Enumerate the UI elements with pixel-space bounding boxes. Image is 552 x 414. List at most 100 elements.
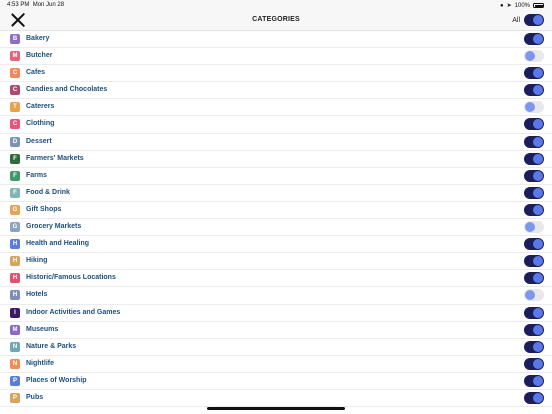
status-indicators: ● ➤ 100%	[500, 2, 544, 9]
category-toggle[interactable]	[524, 203, 544, 216]
category-toggle[interactable]	[524, 135, 544, 148]
category-row: G Gift Shops	[0, 202, 552, 220]
toggle-knob	[525, 102, 535, 113]
toggle-knob	[533, 15, 543, 25]
category-toggle[interactable]	[524, 169, 544, 182]
category-toggle[interactable]	[524, 238, 544, 251]
toggle-knob	[525, 290, 535, 301]
category-label: Health and Healing	[26, 240, 90, 248]
category-label: Cafes	[26, 69, 46, 77]
wifi-icon: ●	[499, 2, 504, 9]
category-label: Hotels	[26, 291, 48, 299]
toggle-knob	[533, 153, 543, 164]
category-label: Museums	[26, 325, 59, 333]
category-label: Bakery	[26, 35, 50, 42]
category-toggle[interactable]	[524, 33, 544, 45]
museum-icon: M	[10, 324, 20, 335]
category-toggle[interactable]	[524, 289, 544, 302]
home-indicator[interactable]	[207, 407, 345, 410]
battery-percent: 100%	[514, 2, 530, 9]
health-icon: H	[10, 239, 20, 250]
nightlife-icon: N	[10, 358, 20, 369]
category-label: Dessert	[26, 137, 52, 145]
landmark-icon: H	[10, 273, 20, 284]
category-toggle[interactable]	[524, 272, 544, 285]
category-label: Caterers	[26, 103, 55, 111]
clothing-icon: C	[10, 119, 20, 130]
page-title: CATEGORIES	[252, 16, 300, 23]
category-toggle[interactable]	[524, 67, 544, 80]
hiking-icon: H	[10, 256, 20, 267]
market-stand-icon: F	[10, 153, 20, 164]
category-row: H Historic/Famous Locations	[0, 270, 552, 288]
category-toggle[interactable]	[524, 118, 544, 131]
category-row: D Dessert	[0, 134, 552, 151]
category-label: Food & Drink	[26, 188, 70, 196]
category-toggle[interactable]	[524, 50, 544, 63]
category-toggle[interactable]	[524, 391, 544, 404]
category-label: Grocery Markets	[26, 223, 82, 231]
category-label: Nightlife	[26, 359, 54, 367]
category-row: M Butcher	[0, 48, 552, 66]
category-row: B Bakery	[0, 31, 552, 49]
hotel-icon: H	[10, 290, 20, 301]
toggle-knob	[533, 136, 543, 147]
category-toggle[interactable]	[524, 101, 544, 114]
toggle-knob	[533, 85, 543, 96]
category-toggle[interactable]	[524, 221, 544, 234]
toggle-knob	[525, 51, 535, 62]
category-row: F Farms	[0, 168, 552, 185]
category-toggle[interactable]	[524, 306, 544, 319]
worship-icon: P	[10, 375, 20, 386]
toggle-knob	[533, 307, 543, 318]
food-drink-icon: F	[10, 187, 20, 198]
all-toggle[interactable]	[524, 14, 544, 26]
status-bar: 4:53 PM Mon Jun 28 ● ➤ 100%	[0, 0, 552, 10]
toggle-knob	[533, 119, 543, 130]
category-label: Candies and Chocolates	[26, 86, 108, 94]
toggle-knob	[533, 358, 543, 369]
category-label: Farms	[26, 171, 48, 179]
category-label: Butcher	[26, 52, 53, 60]
location-icon: ➤	[506, 3, 512, 9]
toggle-knob	[533, 392, 543, 403]
category-toggle[interactable]	[524, 84, 544, 97]
category-toggle[interactable]	[524, 186, 544, 199]
all-toggle-group: All	[512, 14, 544, 26]
meat-icon: M	[10, 51, 20, 62]
battery-icon	[533, 3, 544, 8]
category-toggle[interactable]	[524, 255, 544, 268]
category-toggle[interactable]	[524, 374, 544, 387]
category-row: F Farmers' Markets	[0, 151, 552, 168]
category-row: T Caterers	[0, 99, 552, 117]
grocery-icon: G	[10, 222, 20, 233]
category-row: C Candies and Chocolates	[0, 82, 552, 100]
all-label: All	[512, 16, 520, 24]
dessert-icon: D	[10, 136, 20, 147]
toggle-knob	[533, 273, 543, 284]
category-toggle[interactable]	[524, 323, 544, 336]
toggle-knob	[533, 187, 543, 198]
catering-icon: T	[10, 102, 20, 113]
category-list: B Bakery M Butcher C Cafes C Candies and Chocol…	[0, 31, 552, 408]
category-row: H Hiking	[0, 253, 552, 271]
pub-icon: P	[10, 392, 20, 403]
category-toggle[interactable]	[524, 340, 544, 353]
category-row: C Cafes	[0, 65, 552, 83]
toggle-knob	[533, 375, 543, 386]
category-row: P Places of Worship	[0, 373, 552, 390]
category-label: Farmers' Markets	[26, 154, 84, 162]
category-row: H Health and Healing	[0, 236, 552, 254]
category-row: N Nature & Parks	[0, 339, 552, 356]
toggle-knob	[533, 256, 543, 267]
toggle-knob	[533, 68, 543, 79]
category-label: Places of Worship	[26, 376, 87, 384]
category-toggle[interactable]	[524, 357, 544, 370]
toggle-knob	[533, 341, 543, 352]
category-label: Pubs	[26, 393, 44, 401]
navigation-bar: CATEGORIES All	[0, 10, 552, 31]
toggle-knob	[533, 34, 543, 44]
category-row: G Grocery Markets	[0, 219, 552, 237]
coffee-icon: C	[10, 68, 20, 79]
category-toggle[interactable]	[524, 152, 544, 165]
